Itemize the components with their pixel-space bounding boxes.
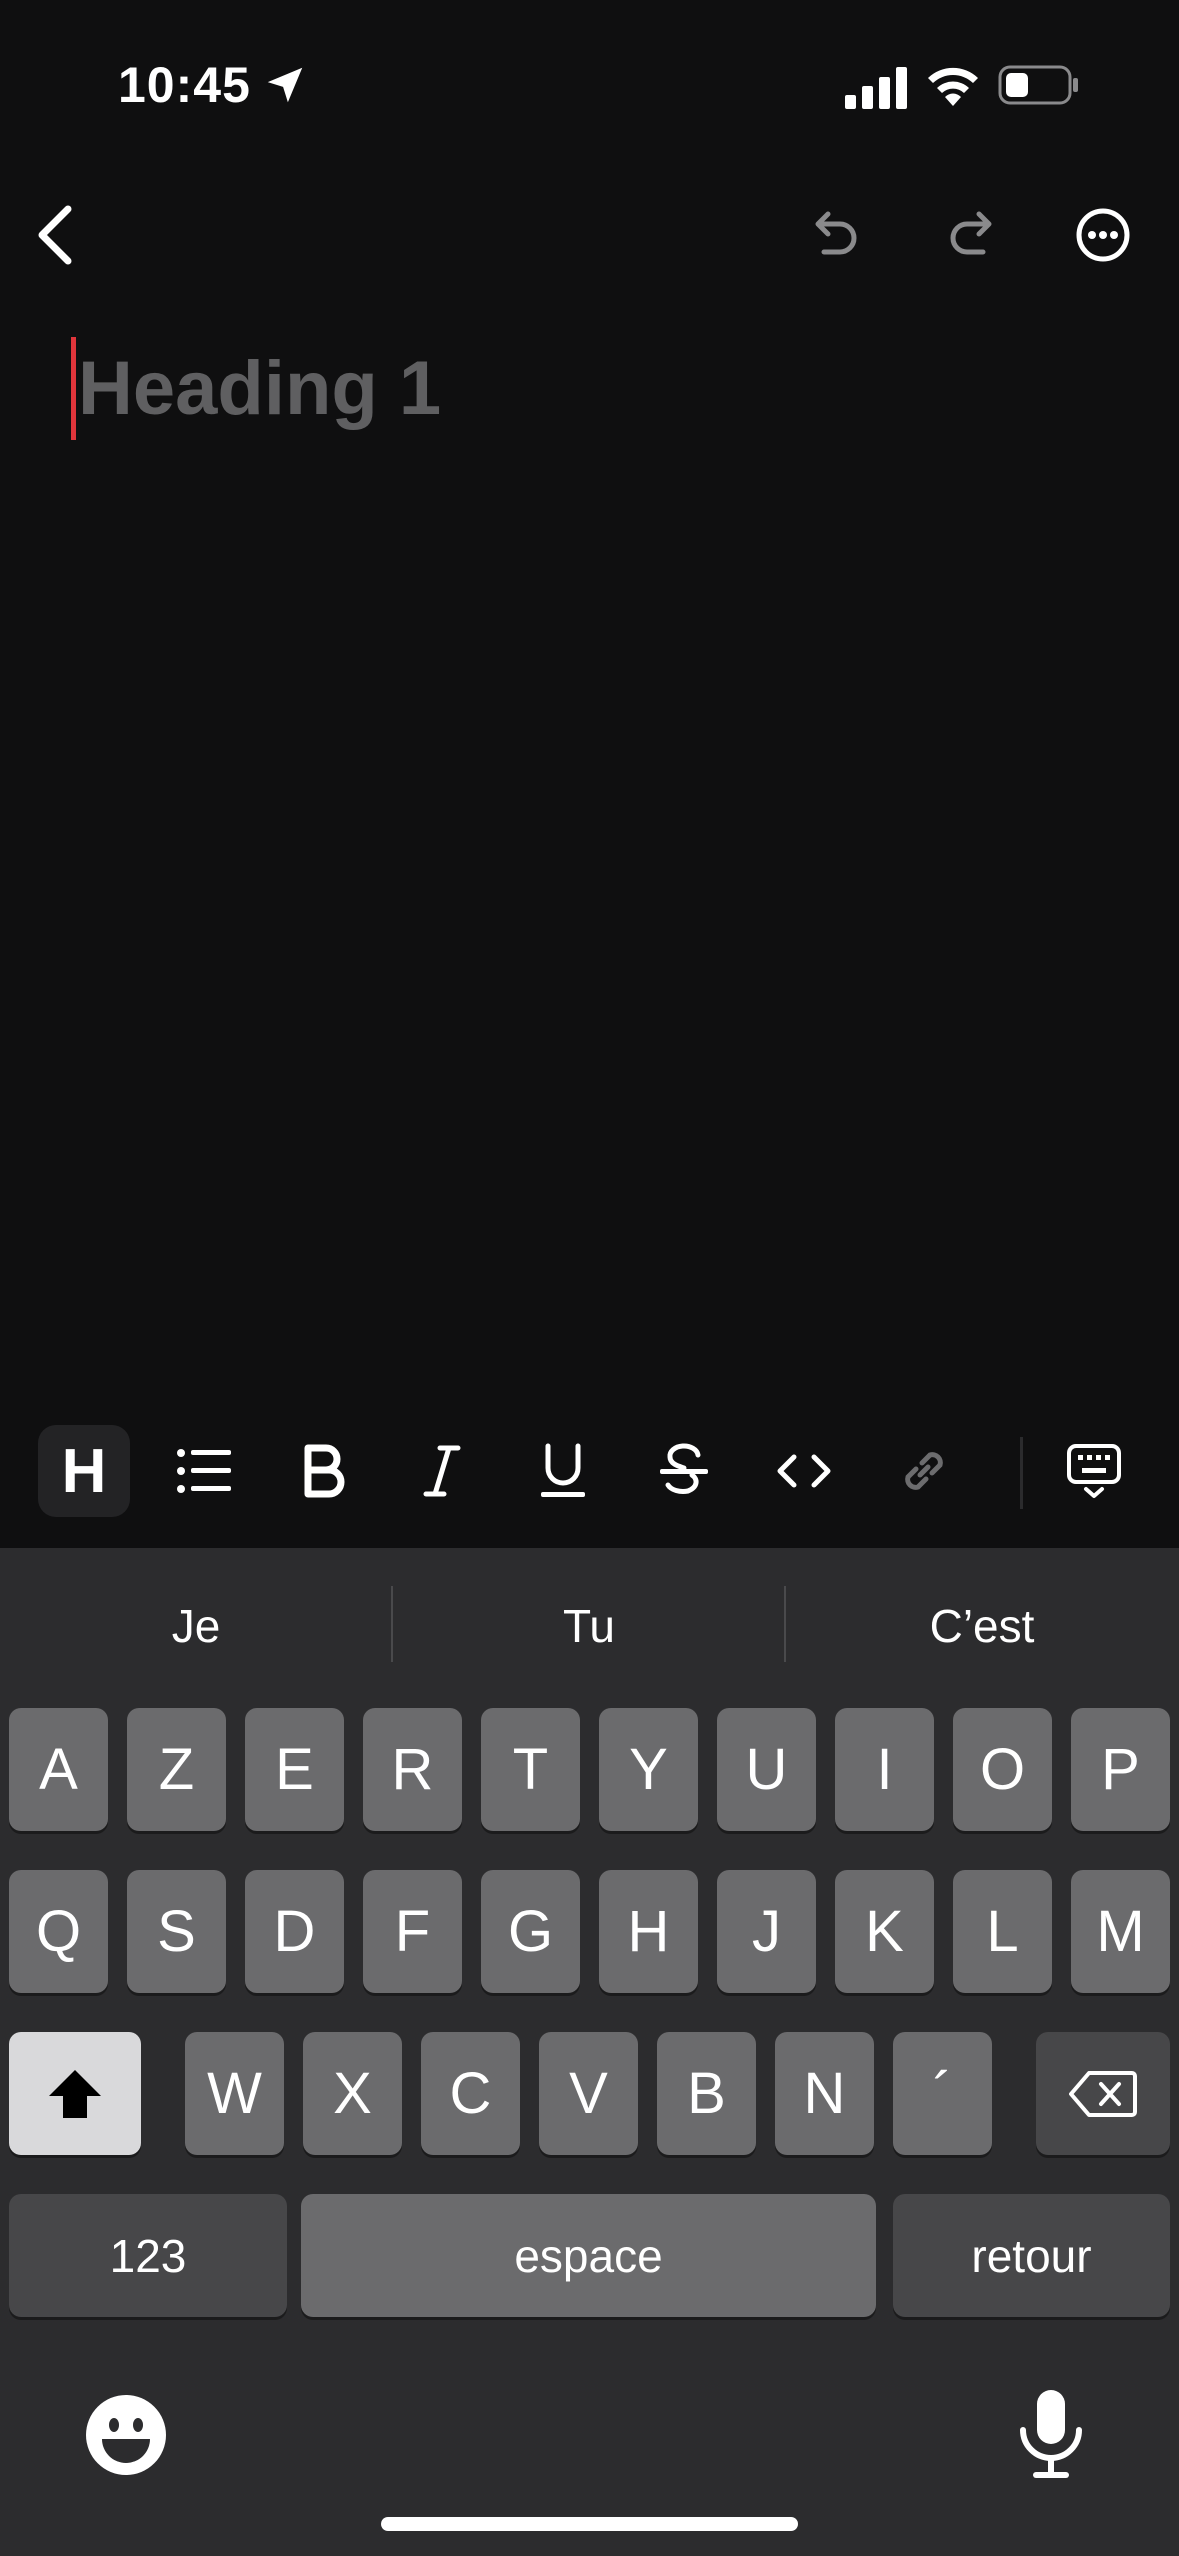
key-h[interactable]: H [599, 1870, 698, 1993]
top-nav [0, 180, 1179, 280]
key-m[interactable]: M [1071, 1870, 1170, 1993]
formatting-toolbar: H [0, 1415, 1179, 1535]
italic-icon [423, 1445, 461, 1497]
undo-icon [815, 211, 857, 255]
location-arrow-icon [267, 67, 303, 103]
key-n[interactable]: N [775, 2032, 874, 2155]
redo-button[interactable] [935, 195, 1007, 275]
space-key[interactable]: espace [301, 2194, 876, 2317]
shift-key[interactable] [9, 2032, 141, 2155]
dictation-button[interactable] [1017, 2388, 1085, 2480]
microphone-icon [1020, 2390, 1082, 2478]
redo-icon [950, 211, 992, 255]
suggestion-item[interactable]: C’est [786, 1548, 1178, 1703]
back-button[interactable] [18, 195, 90, 275]
more-icon [1076, 208, 1130, 262]
status-time: 10:45 [118, 57, 251, 113]
suggestion-item[interactable]: Tu [393, 1548, 785, 1703]
key-acute-accent[interactable]: ´ [893, 2032, 992, 2155]
key-i[interactable]: I [835, 1708, 934, 1831]
key-k[interactable]: K [835, 1870, 934, 1993]
system-keyboard: Je Tu C’est A Z E R T Y U I O P Q S D F … [0, 1548, 1179, 2556]
key-x[interactable]: X [303, 2032, 402, 2155]
link-icon [905, 1452, 943, 1490]
numbers-key[interactable]: 123 [9, 2194, 287, 2317]
key-z[interactable]: Z [127, 1708, 226, 1831]
return-key[interactable]: retour [893, 2194, 1170, 2317]
key-y[interactable]: Y [599, 1708, 698, 1831]
emoji-icon [86, 2395, 166, 2475]
status-bar: 10:45 [0, 0, 1179, 175]
key-w[interactable]: W [185, 2032, 284, 2155]
emoji-button[interactable] [84, 2393, 168, 2477]
key-t[interactable]: T [481, 1708, 580, 1831]
key-b[interactable]: B [657, 2032, 756, 2155]
bold-button[interactable] [278, 1425, 370, 1517]
bullet-list-button[interactable] [158, 1425, 250, 1517]
key-d[interactable]: D [245, 1870, 344, 1993]
bullet-list-icon [177, 1449, 231, 1493]
heading-placeholder[interactable]: Heading 1 [78, 345, 441, 432]
key-q[interactable]: Q [9, 1870, 108, 1993]
key-j[interactable]: J [717, 1870, 816, 1993]
keyboard-dismiss-button[interactable] [1048, 1425, 1140, 1517]
code-icon [777, 1454, 831, 1488]
chevron-left-icon [38, 205, 72, 265]
shift-arrow-icon [49, 2069, 101, 2118]
underline-icon [541, 1443, 585, 1497]
italic-button[interactable] [396, 1425, 488, 1517]
undo-button[interactable] [800, 195, 872, 275]
strikethrough-icon [660, 1443, 708, 1494]
key-u[interactable]: U [717, 1708, 816, 1831]
heading-icon: H [61, 1436, 107, 1506]
key-a[interactable]: A [9, 1708, 108, 1831]
strikethrough-button[interactable] [638, 1425, 730, 1517]
underline-button[interactable] [517, 1425, 609, 1517]
backspace-key[interactable] [1036, 2032, 1170, 2155]
key-r[interactable]: R [363, 1708, 462, 1831]
key-e[interactable]: E [245, 1708, 344, 1831]
suggestion-bar: Je Tu C’est [0, 1548, 1179, 1703]
key-o[interactable]: O [953, 1708, 1052, 1831]
home-indicator[interactable] [381, 2517, 798, 2531]
text-caret [71, 337, 76, 440]
keyboard-dismiss-icon [1067, 1444, 1121, 1498]
key-v[interactable]: V [539, 2032, 638, 2155]
key-l[interactable]: L [953, 1870, 1052, 1993]
toolbar-divider [1020, 1437, 1023, 1509]
heading-button[interactable]: H [38, 1425, 130, 1517]
key-c[interactable]: C [421, 2032, 520, 2155]
link-button[interactable] [878, 1425, 970, 1517]
cellular-signal-icon [845, 67, 907, 109]
bold-icon [304, 1444, 345, 1498]
key-s[interactable]: S [127, 1870, 226, 1993]
key-f[interactable]: F [363, 1870, 462, 1993]
backspace-icon [1069, 2070, 1137, 2117]
suggestion-item[interactable]: Je [0, 1548, 392, 1703]
more-options-button[interactable] [1063, 195, 1143, 275]
code-button[interactable] [758, 1425, 850, 1517]
key-g[interactable]: G [481, 1870, 580, 1993]
battery-icon [998, 65, 1078, 105]
note-editor[interactable]: Heading 1 [0, 300, 1179, 1400]
key-p[interactable]: P [1071, 1708, 1170, 1831]
wifi-icon [928, 67, 978, 106]
